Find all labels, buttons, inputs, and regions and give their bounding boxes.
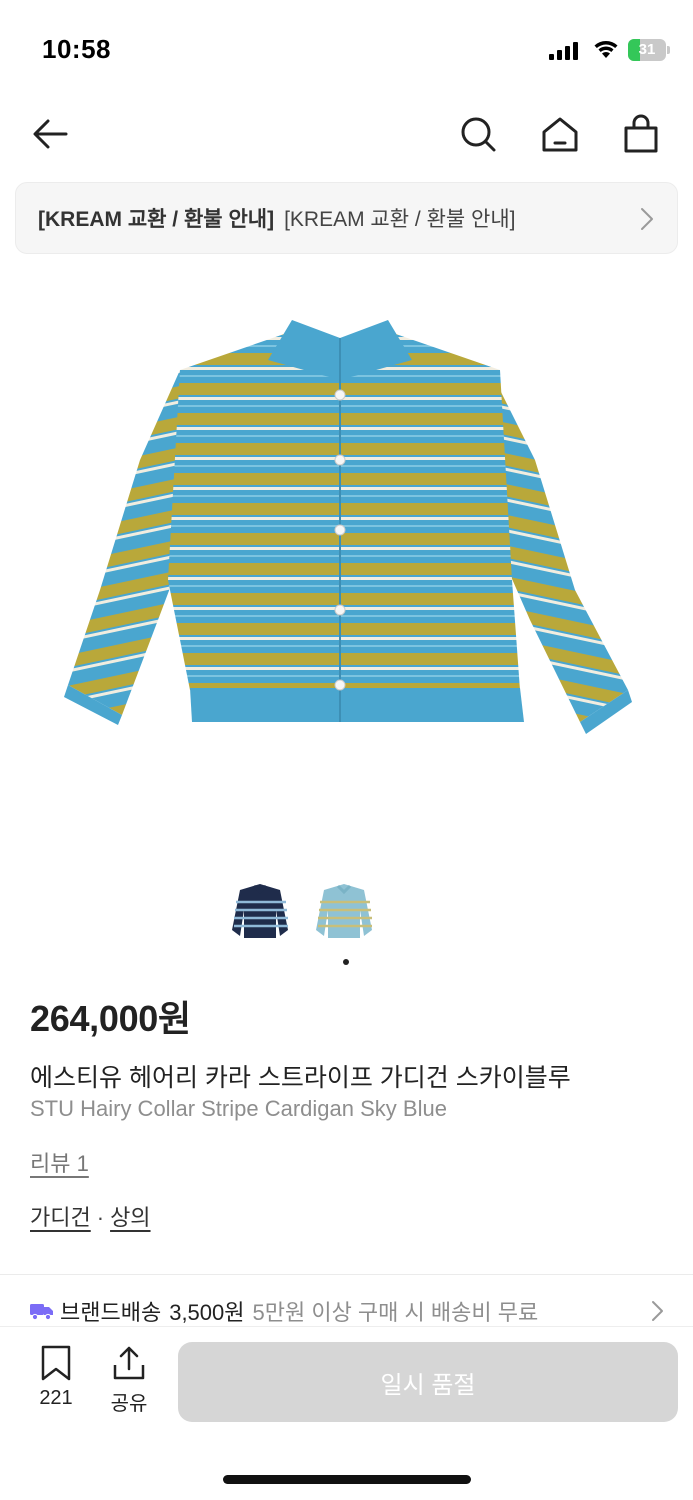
battery-indicator: 31 bbox=[628, 39, 670, 61]
share-label: 공유 bbox=[110, 1393, 148, 1415]
category-breadcrumb: 가디건 · 상의 bbox=[30, 1200, 151, 1232]
bottom-action-bar: 221 공유 일시 품절 bbox=[0, 1326, 693, 1500]
delivery-info-row[interactable]: 브랜드배송 3,500원 5만원 이상 구매 시 배송비 무료 bbox=[30, 1294, 670, 1328]
status-bar: 10:58 31 bbox=[0, 0, 693, 100]
product-price: 264,000원 bbox=[30, 998, 191, 1039]
battery-cap bbox=[667, 46, 670, 54]
category-separator: · bbox=[96, 1205, 105, 1230]
back-button[interactable] bbox=[28, 112, 72, 156]
wifi-icon bbox=[594, 41, 618, 58]
product-image[interactable] bbox=[40, 290, 653, 760]
notice-text: [KREAM 교환 / 환불 안내] bbox=[284, 208, 516, 231]
cellular-signal-icon bbox=[549, 42, 578, 60]
cart-button[interactable] bbox=[619, 112, 663, 156]
share-icon bbox=[113, 1346, 145, 1380]
back-arrow-icon bbox=[33, 119, 68, 149]
category-link-cardigan[interactable]: 가디건 bbox=[30, 1205, 91, 1230]
home-button[interactable] bbox=[538, 112, 582, 156]
status-time: 10:58 bbox=[42, 34, 111, 64]
notice-title: [KREAM 교환 / 환불 안내] bbox=[38, 208, 275, 231]
category-link-top[interactable]: 상의 bbox=[110, 1205, 150, 1230]
share-button[interactable]: 공유 bbox=[99, 1345, 159, 1416]
battery-level: 31 bbox=[638, 41, 656, 58]
section-divider bbox=[0, 1274, 693, 1275]
home-indicator bbox=[223, 1475, 471, 1484]
delivery-truck-icon bbox=[30, 1304, 53, 1320]
product-name-english: STU Hairy Collar Stripe Cardigan Sky Blu… bbox=[30, 1096, 447, 1121]
delivery-note: 5만원 이상 구매 시 배송비 무료 bbox=[252, 1300, 539, 1325]
search-icon bbox=[461, 117, 496, 152]
top-navigation bbox=[0, 100, 693, 170]
bookmark-count: 221 bbox=[39, 1387, 73, 1409]
chevron-right-icon bbox=[652, 1301, 663, 1321]
home-icon bbox=[542, 117, 578, 152]
shopping-bag-icon bbox=[624, 114, 658, 153]
review-link[interactable]: 리뷰 1 bbox=[30, 1146, 89, 1178]
battery-body: 31 bbox=[628, 39, 666, 61]
bookmark-icon bbox=[41, 1345, 71, 1381]
bookmark-button[interactable]: 221 bbox=[26, 1345, 86, 1410]
chevron-right-icon bbox=[641, 208, 653, 230]
search-button[interactable] bbox=[456, 112, 500, 156]
thumbnail-sky-blue[interactable] bbox=[310, 880, 380, 944]
delivery-price: 3,500원 bbox=[169, 1300, 245, 1325]
thumbnail-navy[interactable] bbox=[226, 880, 296, 944]
carousel-indicator-dot bbox=[343, 959, 349, 965]
product-name-korean: 에스티유 헤어리 카라 스트라이프 가디건 스카이블루 bbox=[30, 1064, 571, 1092]
sold-out-button[interactable]: 일시 품절 bbox=[178, 1342, 678, 1422]
delivery-label: 브랜드배송 bbox=[60, 1300, 162, 1325]
exchange-refund-notice[interactable]: [KREAM 교환 / 환불 안내] [KREAM 교환 / 환불 안내] bbox=[15, 182, 678, 254]
